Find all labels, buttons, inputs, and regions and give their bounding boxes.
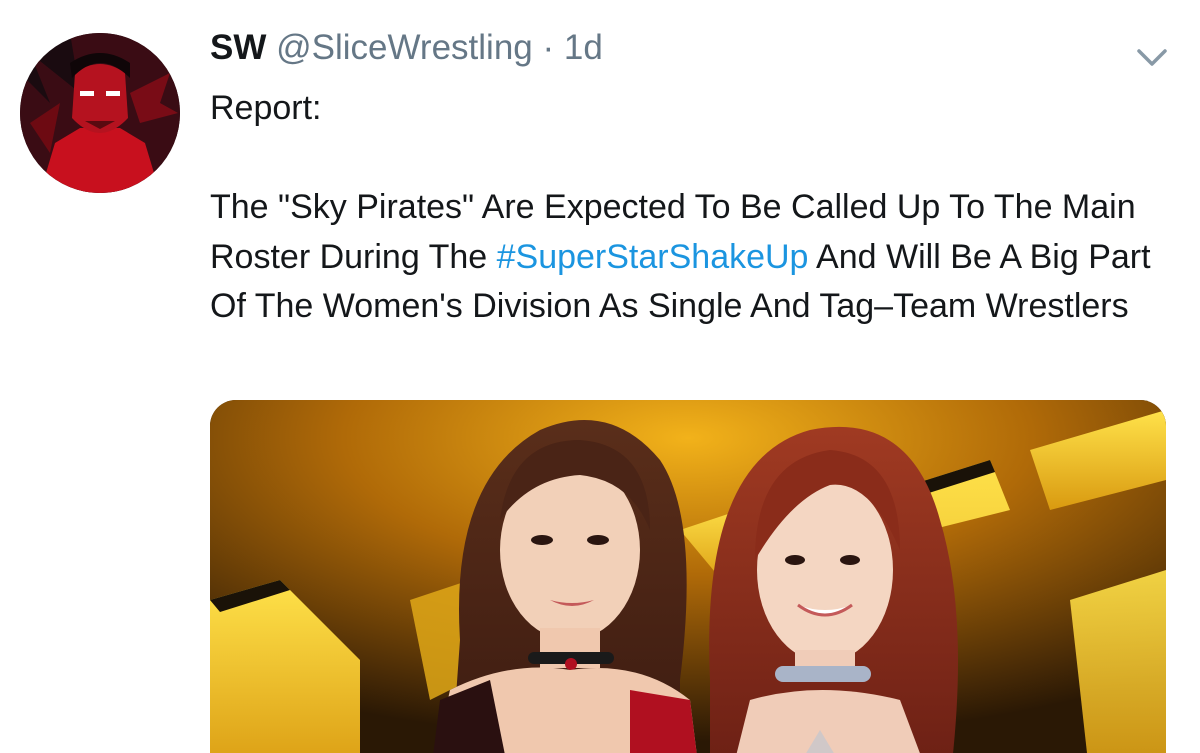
tweet-text: Report: The "Sky Pirates" Are Expected T… [210,84,1170,332]
tweet-header: SW @SliceWrestling · 1d [210,26,603,70]
avatar[interactable] [20,33,180,193]
tweet-text-intro: Report: [210,89,322,127]
separator-dot: · [542,28,555,67]
hashtag-link[interactable]: #SuperStarShakeUp [497,238,809,276]
user-handle[interactable]: @SliceWrestling [276,28,533,67]
tweet-text-body: The "Sky Pirates" Are Expected To Be Cal… [210,183,1170,332]
chevron-down-icon[interactable] [1134,44,1170,72]
tweet: SW @SliceWrestling · 1d Report: The "Sky… [0,0,1200,753]
display-name[interactable]: SW [210,28,266,67]
tweet-media-photo[interactable] [210,400,1166,753]
timestamp[interactable]: 1d [564,28,603,67]
